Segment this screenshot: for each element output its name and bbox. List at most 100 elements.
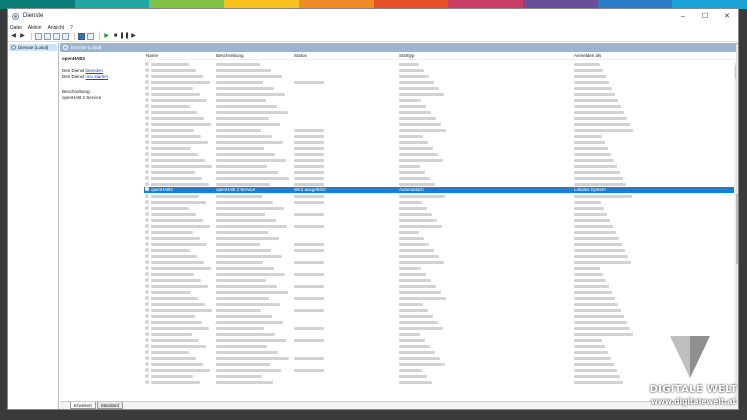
blurred-cell	[294, 296, 324, 300]
back-icon[interactable]: ◀	[10, 33, 17, 40]
blurred-cell	[216, 362, 270, 366]
help-icon[interactable]	[78, 33, 85, 40]
column-header-starttyp[interactable]: Starttyp	[399, 53, 415, 58]
blurred-cell	[216, 212, 265, 216]
blurred-cell	[151, 206, 189, 210]
blurred-cell	[151, 230, 193, 234]
blurred-cell	[574, 80, 609, 84]
blurred-cell	[399, 320, 438, 324]
blurred-cell	[151, 350, 189, 354]
console-tree-icon[interactable]	[35, 33, 42, 40]
service-gear-icon	[145, 326, 149, 330]
column-header-name[interactable]: Name	[146, 53, 158, 58]
blurred-cell	[216, 278, 266, 282]
restart-service-link[interactable]: neu starten	[86, 74, 109, 79]
tree-item-dienste-lokal[interactable]: Dienste (Lokal)	[9, 44, 57, 51]
blurred-cell	[574, 284, 609, 288]
blurred-cell	[574, 272, 603, 276]
blurred-cell	[574, 164, 617, 168]
menu-datei[interactable]: Datei	[8, 25, 26, 31]
blurred-cell	[216, 128, 261, 132]
blurred-cell	[216, 284, 277, 288]
blurred-cell	[294, 260, 324, 264]
menu-ansicht[interactable]: Ansicht	[46, 25, 68, 31]
service-gear-icon	[145, 230, 149, 234]
blurred-cell	[294, 152, 324, 156]
blurred-cell	[294, 164, 324, 168]
blurred-cell	[294, 308, 324, 312]
service-gear-icon	[145, 296, 149, 300]
window-scrollbar-thumb[interactable]	[736, 194, 738, 264]
column-header-status[interactable]: Status	[294, 53, 307, 58]
properties-icon[interactable]	[87, 33, 94, 40]
play-icon[interactable]: ▶	[103, 33, 110, 40]
service-gear-icon	[145, 332, 149, 336]
blurred-cell	[294, 272, 324, 276]
blurred-cell	[151, 194, 199, 198]
service-gear-icon	[145, 314, 149, 318]
service-gear-icon	[145, 320, 149, 324]
blurred-cell	[574, 110, 624, 114]
service-gear-icon	[145, 104, 149, 108]
menu-help[interactable]: ?	[68, 25, 77, 31]
pause-icon[interactable]: ❚❚	[119, 33, 129, 40]
blurred-cell	[216, 200, 273, 204]
blurred-cell	[216, 266, 274, 270]
blurred-cell	[574, 326, 630, 330]
stop-prefix: Den Dienst	[62, 68, 85, 73]
blurred-cell	[399, 86, 439, 90]
export-icon[interactable]	[62, 33, 69, 40]
blurred-cell	[574, 74, 606, 78]
restart-icon[interactable]: ▶	[130, 33, 137, 40]
blurred-cell	[151, 368, 210, 372]
blurred-cell	[151, 242, 207, 246]
blurred-cell	[151, 362, 203, 366]
blurred-cell	[216, 374, 262, 378]
refresh-icon[interactable]	[53, 33, 60, 40]
tree-item-label: Dienste (Lokal)	[18, 45, 49, 50]
menu-aktion[interactable]: Aktion	[26, 25, 46, 31]
tab-erweitert[interactable]: Erweitert	[70, 402, 96, 409]
services-gear-icon	[11, 45, 16, 50]
blurred-cell	[151, 182, 209, 186]
blurred-cell	[216, 314, 272, 318]
service-gear-icon	[145, 140, 149, 144]
column-header-beschreibung[interactable]: Beschreibung	[216, 53, 244, 58]
column-header-anmelden[interactable]: Anmelden als	[574, 53, 601, 58]
tab-standard[interactable]: Standard	[96, 402, 124, 409]
blurred-cell	[216, 122, 280, 126]
service-gear-icon	[145, 122, 149, 126]
blurred-cell	[151, 356, 196, 360]
blurred-cell	[574, 254, 628, 258]
service-gear-icon	[145, 368, 149, 372]
blurred-cell	[399, 272, 426, 276]
blurred-cell	[399, 164, 420, 168]
blurred-cell	[216, 134, 272, 138]
blurred-cell	[399, 140, 428, 144]
blurred-cell	[399, 194, 445, 198]
blurred-cell	[574, 62, 600, 66]
service-gear-icon	[145, 242, 149, 246]
blurred-cell	[574, 314, 624, 318]
forward-icon[interactable]: ▶	[19, 33, 26, 40]
stop-service-link[interactable]: beenden	[86, 68, 104, 73]
blurred-cell	[216, 242, 260, 246]
blurred-cell	[216, 170, 278, 174]
minimize-button[interactable]: –	[672, 9, 694, 23]
service-gear-icon	[145, 164, 149, 168]
blurred-cell	[294, 326, 324, 330]
blurred-cell	[399, 314, 433, 318]
service-gear-icon	[145, 206, 149, 210]
maximize-button[interactable]: ☐	[694, 9, 716, 23]
blurred-cell	[216, 164, 267, 168]
blurred-cell	[399, 302, 423, 306]
blurred-cell	[574, 152, 611, 156]
stop-icon[interactable]: ■	[112, 33, 119, 40]
blurred-cell	[216, 92, 285, 96]
list-icon[interactable]	[44, 33, 51, 40]
blurred-cell	[399, 68, 424, 72]
blurred-cell	[574, 182, 626, 186]
close-button[interactable]: ✕	[716, 9, 738, 23]
description-text: openHAB 2 Service	[62, 95, 102, 100]
service-gear-icon	[145, 356, 149, 360]
